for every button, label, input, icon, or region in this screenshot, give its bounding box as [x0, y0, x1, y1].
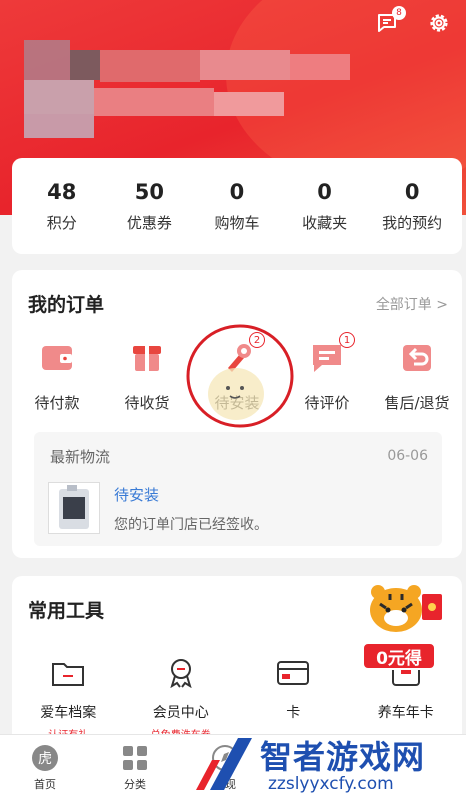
install-count-badge: 2 [249, 332, 265, 348]
latest-logistics-panel[interactable]: 最新物流 06-06 待安装 您的订单门店已经签收。 [34, 432, 442, 546]
stat-value: 48 [47, 179, 77, 204]
stat-points[interactable]: 48 积分 [22, 180, 102, 233]
stat-label: 购物车 [214, 213, 260, 232]
header-actions: 8 [372, 6, 454, 38]
stat-label: 收藏夹 [302, 213, 348, 232]
stat-value: 0 [404, 179, 420, 204]
stats-card: 48 积分 50 优惠券 0 购物车 0 收藏夹 0 我的预约 [12, 158, 462, 254]
stat-cart[interactable]: 0 购物车 [197, 180, 277, 233]
watermark-logo-icon [196, 738, 252, 790]
watermark-url: zzslyyxcfy.com [268, 774, 394, 794]
order-pending-review[interactable]: 1 待评价 [287, 332, 367, 413]
folder-icon [52, 663, 85, 686]
order-label: 待付款 [34, 394, 80, 412]
promo-label: 0元得 [362, 642, 436, 670]
settings-button[interactable] [424, 8, 454, 38]
medal-icon [170, 659, 192, 688]
order-label: 待收货 [124, 394, 170, 412]
tool-card[interactable]: 卡 [243, 658, 343, 741]
tools-row: 爱车档案 认证有礼 会员中心 兑免费洗车券 卡 [12, 658, 462, 741]
order-pending-install[interactable]: 2 待安装 [197, 332, 277, 413]
logistics-status: 待安装 [114, 486, 160, 504]
stat-value: 0 [317, 179, 332, 204]
package-icon [133, 346, 161, 371]
tab-home[interactable]: 虎 首页 [0, 735, 90, 800]
card-icon [277, 661, 310, 685]
tools-title: 常用工具 [28, 600, 105, 622]
gear-icon [430, 14, 448, 32]
svg-text:虎: 虎 [38, 751, 52, 767]
order-status-row: 待付款 待收货 2 待安装 1 待评价 售后/退货 [12, 332, 462, 413]
tool-member-center[interactable]: 会员中心 兑免费洗车券 [131, 658, 231, 741]
tool-label: 爱车档案 [40, 705, 97, 721]
tool-label: 会员中心 [152, 705, 209, 721]
message-button[interactable]: 8 [372, 6, 406, 38]
return-icon [403, 345, 431, 371]
wallet-icon [42, 346, 72, 370]
oil-bottle-image [59, 485, 89, 529]
comment-icon [313, 345, 341, 372]
order-label: 售后/退货 [384, 394, 450, 412]
tab-label: 首页 [34, 777, 56, 791]
install-icon [228, 344, 251, 372]
stat-label: 优惠券 [126, 213, 172, 232]
tool-label: 卡 [286, 705, 301, 721]
tool-label: 养车年卡 [377, 705, 434, 721]
logistics-date: 06-06 [387, 448, 428, 464]
tab-category[interactable]: 分类 [90, 735, 180, 800]
order-pending-payment[interactable]: 待付款 [17, 342, 97, 413]
review-count-badge: 1 [339, 332, 355, 348]
logistics-title: 最新物流 [50, 448, 111, 466]
order-after-sales[interactable]: 售后/退货 [377, 342, 457, 413]
logistics-description: 您的订单门店已经签收。 [114, 517, 268, 533]
grid-icon [123, 745, 147, 770]
stat-appointments[interactable]: 0 我的预约 [372, 180, 452, 233]
promo-tiger-widget[interactable]: 0元得 [360, 580, 446, 670]
order-label: 待评价 [304, 394, 350, 412]
stat-label: 积分 [46, 213, 77, 232]
stat-label: 我的预约 [382, 213, 443, 232]
orders-title: 我的订单 [28, 294, 105, 316]
tool-car-profile[interactable]: 爱车档案 认证有礼 [18, 658, 118, 741]
site-watermark: 智者游戏网 zzslyyxcfy.com [190, 730, 466, 800]
watermark-title: 智者游戏网 [260, 738, 426, 776]
message-count-badge: 8 [392, 6, 406, 20]
all-orders-link[interactable]: 全部订单 > [376, 294, 448, 314]
stat-favorites[interactable]: 0 收藏夹 [285, 180, 365, 233]
stat-value: 0 [229, 179, 245, 204]
stat-coupons[interactable]: 50 优惠券 [109, 180, 189, 233]
stat-value: 50 [134, 179, 164, 204]
tab-label: 分类 [124, 777, 146, 791]
home-icon: 虎 [32, 744, 58, 771]
tool-annual-card[interactable]: 养车年卡 [356, 658, 456, 741]
tiger-mascot-icon [370, 585, 442, 632]
product-thumbnail [48, 482, 100, 534]
my-orders-card: 我的订单 全部订单 > 待付款 待收货 2 待安装 1 待评价 售后/退货 最新… [12, 270, 462, 558]
order-label: 待安装 [214, 394, 260, 412]
order-pending-receipt[interactable]: 待收货 [107, 342, 187, 413]
